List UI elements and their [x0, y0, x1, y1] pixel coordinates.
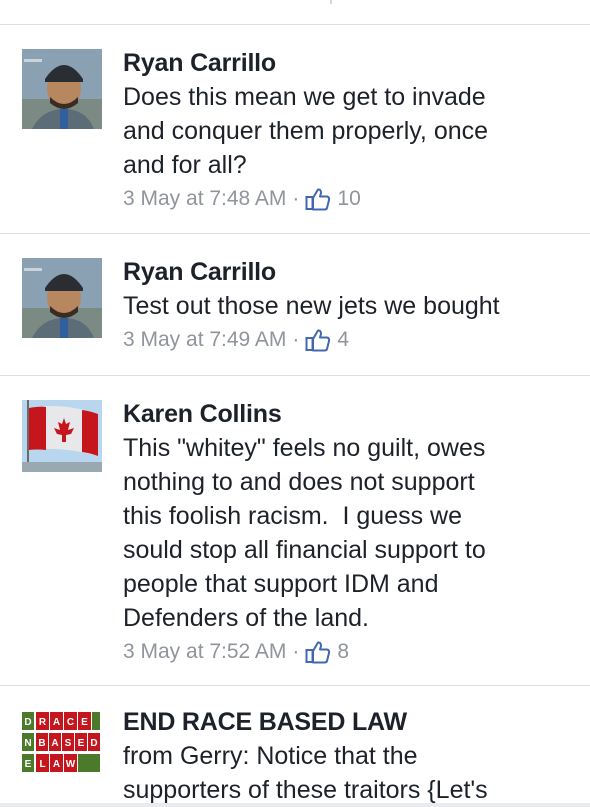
avatar[interactable]: D N E R A C E B A S E D L A W	[22, 712, 102, 792]
svg-text:A: A	[51, 738, 58, 749]
end-race-based-law-logo: D N E R A C E B A S E D L A W	[22, 712, 102, 792]
svg-text:C: C	[67, 717, 74, 728]
svg-text:D: D	[24, 717, 31, 728]
comment-text: from Gerry: Notice that the supporters o…	[123, 742, 488, 804]
comment-meta: 3 May at 7:49 AM · 4	[123, 326, 570, 354]
svg-text:R: R	[39, 717, 47, 728]
comment-item: Ryan Carrillo Test out those new jets we…	[0, 234, 590, 376]
timestamp[interactable]: 3 May at 7:48 AM	[123, 185, 286, 213]
like-count: 10	[337, 187, 361, 210]
like-count: 8	[337, 640, 350, 663]
separator: ·	[292, 187, 300, 210]
comment-text: Test out those new jets we bought	[123, 292, 500, 320]
timestamp[interactable]: 3 May at 7:49 AM	[123, 326, 286, 354]
svg-text:D: D	[90, 738, 97, 749]
canada-flag-avatar-icon	[22, 400, 102, 472]
like-thumb-icon[interactable]	[305, 187, 331, 211]
avatar[interactable]	[22, 49, 102, 129]
svg-text:E: E	[81, 717, 88, 728]
author-name[interactable]: Karen Collins	[123, 398, 570, 430]
avatar[interactable]	[22, 400, 102, 472]
avatar[interactable]	[22, 258, 102, 338]
svg-text:S: S	[65, 738, 72, 749]
author-name[interactable]: Ryan Carrillo	[123, 256, 570, 288]
author-name[interactable]: Ryan Carrillo	[123, 47, 570, 79]
previous-comment-edge	[0, 0, 590, 25]
comment-text: This "whitey" feels no guilt, owes nothi…	[123, 434, 486, 632]
comment-feed: Ryan Carrillo Does this mean we get to i…	[0, 0, 590, 804]
comment-item: Karen Collins This "whitey" feels no gui…	[0, 376, 590, 686]
separator: ·	[292, 640, 300, 663]
svg-text:L: L	[39, 759, 45, 770]
comment-text: Does this mean we get to invade and conq…	[123, 83, 489, 179]
comment-item: Ryan Carrillo Does this mean we get to i…	[0, 25, 590, 234]
svg-text:E: E	[25, 759, 32, 770]
comment-meta: 3 May at 7:52 AM · 8	[123, 638, 570, 666]
svg-text:A: A	[53, 717, 60, 728]
man-beanie-avatar-icon	[22, 49, 102, 129]
comment-item: D N E R A C E B A S E D L A W END RACE B…	[0, 686, 590, 804]
svg-text:B: B	[38, 738, 45, 749]
timestamp[interactable]: 3 May at 7:52 AM	[123, 638, 286, 666]
svg-text:A: A	[53, 759, 60, 770]
author-name[interactable]: END RACE BASED LAW	[123, 706, 570, 738]
svg-text:E: E	[78, 738, 85, 749]
comment-meta: 3 May at 7:48 AM · 10	[123, 185, 570, 213]
man-beanie-avatar-icon	[22, 258, 102, 338]
separator: ·	[292, 328, 300, 351]
svg-text:N: N	[24, 738, 31, 749]
svg-text:W: W	[66, 759, 76, 770]
like-count: 4	[337, 328, 350, 351]
like-thumb-icon[interactable]	[305, 640, 331, 664]
like-thumb-icon[interactable]	[305, 328, 331, 352]
